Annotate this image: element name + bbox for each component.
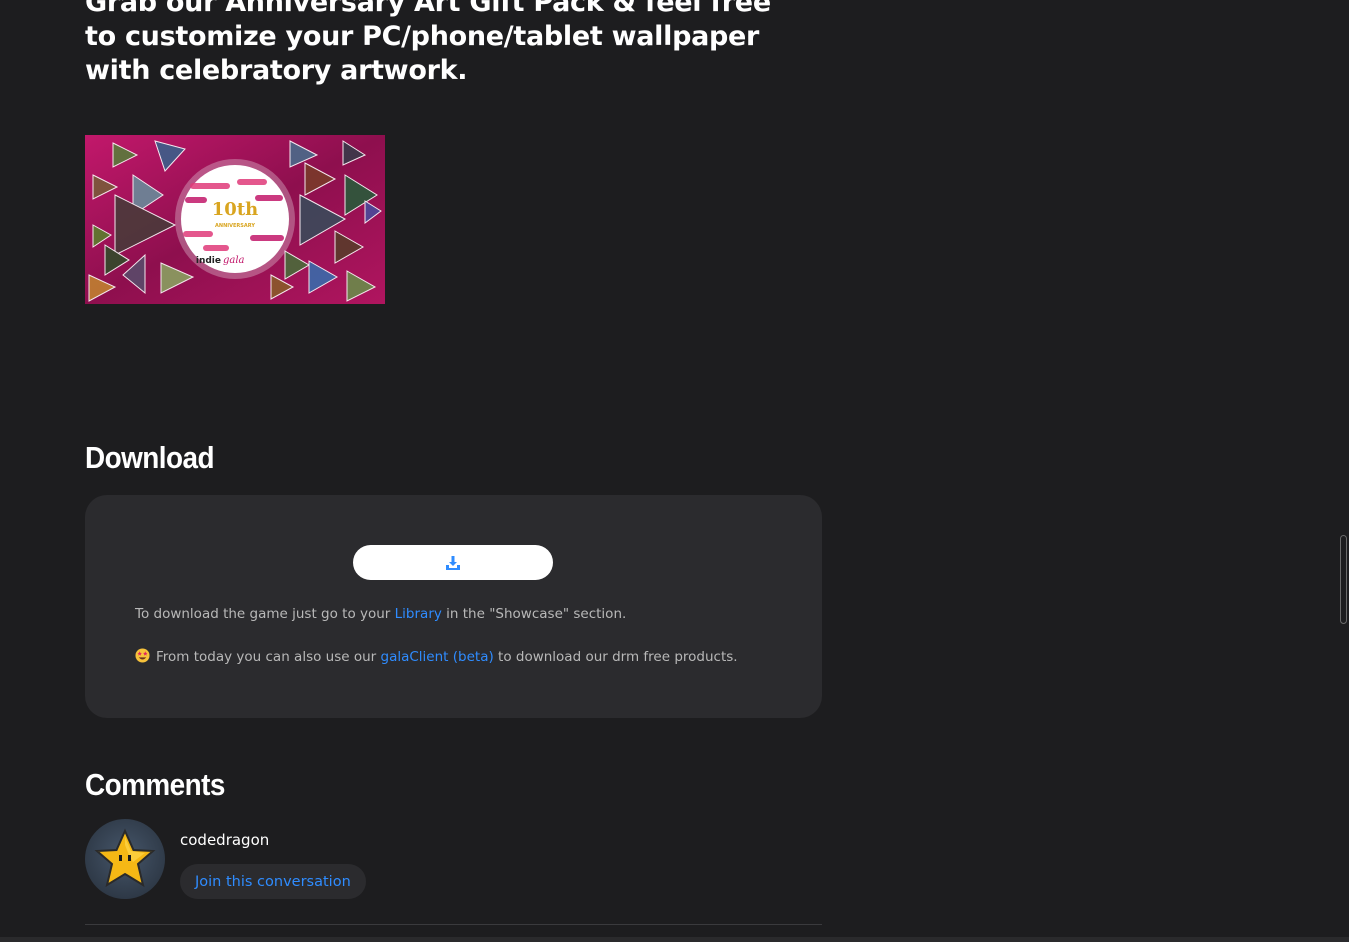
- galaclient-instruction-after: to download our drm free products.: [493, 649, 738, 665]
- library-instruction-before: To download the game just go to your: [135, 606, 395, 622]
- star-avatar-icon: [94, 828, 156, 888]
- galaclient-instruction-before: From today you can also use our: [156, 649, 381, 665]
- galaclient-instruction: From today you can also use our galaClie…: [135, 648, 738, 665]
- banner-brand-prefix: indie: [196, 256, 221, 266]
- bottom-strip: [0, 937, 1349, 942]
- galaclient-link[interactable]: galaClient (beta): [381, 649, 494, 665]
- username: codedragon: [180, 831, 270, 849]
- download-card: To download the game just go to your Lib…: [85, 495, 822, 718]
- scrollbar-thumb[interactable]: [1340, 535, 1347, 624]
- library-instruction-after: in the "Showcase" section.: [441, 606, 627, 622]
- download-heading: Download: [85, 440, 215, 475]
- comments-heading: Comments: [85, 767, 225, 802]
- page: Grab our Anniversary Art Gift Pack & fee…: [0, 0, 1349, 942]
- join-conversation-button[interactable]: Join this conversation: [180, 864, 366, 899]
- comments-divider: [85, 924, 822, 925]
- download-button[interactable]: [353, 545, 553, 580]
- banner-headline: 10th: [212, 199, 258, 220]
- user-avatar[interactable]: [85, 819, 165, 899]
- anniversary-banner-image[interactable]: 10th ANNIVERSARY indie gala: [85, 135, 385, 304]
- banner-artwork: 10th ANNIVERSARY indie gala: [85, 135, 385, 304]
- banner-subtitle: ANNIVERSARY: [215, 223, 255, 229]
- promo-text: Grab our Anniversary Art Gift Pack & fee…: [85, 0, 771, 86]
- banner-brand-suffix: gala: [223, 255, 245, 266]
- library-instruction: To download the game just go to your Lib…: [135, 606, 626, 622]
- library-link[interactable]: Library: [395, 606, 442, 622]
- download-icon: [446, 555, 460, 570]
- star-struck-emoji-icon: [135, 648, 150, 663]
